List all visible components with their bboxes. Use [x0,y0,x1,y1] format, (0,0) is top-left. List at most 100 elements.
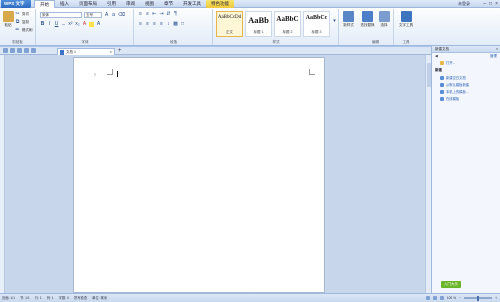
styles-more-button[interactable]: ▾ [332,19,337,24]
zoom-out-icon[interactable]: − [459,294,461,302]
web-view-icon[interactable] [432,296,437,300]
quick-access-toolbar [3,48,36,53]
paste-button[interactable]: 粘贴 [2,11,14,28]
align-center-icon[interactable]: ≡ [145,22,150,27]
tab-developer[interactable]: 开发工具 [178,0,206,8]
find-replace-button[interactable]: 查找替换 [360,11,375,28]
page-view-icon[interactable] [425,296,430,300]
superscript-icon[interactable]: x² [68,22,73,27]
close-icon[interactable]: × [495,1,498,7]
new-tab-button[interactable]: + [118,48,122,54]
cut-button[interactable]: ✂ 剪切 [15,12,29,17]
open-document-link[interactable]: 打开... [432,59,500,66]
document-tab[interactable]: 文档 1 × [57,48,115,55]
char-shading-icon[interactable]: A [96,22,101,27]
tab-view[interactable]: 视图 [140,0,159,8]
text-cursor [117,71,118,77]
styles-label: 样式 [272,40,280,44]
clipboard-group: 粘贴 ✂ 剪切 ⧉ 复制 ✏ 格式刷 剪贴板 [0,9,36,45]
tab-references[interactable]: 引用 [102,0,121,8]
align-left-icon[interactable]: ≡ [138,22,143,27]
new-style-button[interactable]: 新样式 [341,11,356,28]
online-template-icon [440,96,444,101]
line-spacing-icon[interactable]: ↕ [166,22,171,27]
title-bar: WPS 文字 开始 插入 页面布局 引用 审阅 视图 章节 开发工具 特色功能 … [0,0,500,8]
grow-font-icon[interactable]: A [104,12,109,18]
status-words[interactable]: 字数: 0 [59,294,69,302]
online-templates-link[interactable]: 在线模板 [432,95,500,102]
increase-indent-icon[interactable]: ⇥ [159,12,164,17]
task-pane-header: 新建文档 × [432,46,500,53]
show-marks-icon[interactable]: ¶ [173,12,178,17]
new-blank-document-link[interactable]: 新建空白文档 [432,74,500,81]
green-action-button[interactable]: 入门大乐 [441,281,461,288]
outline-view-icon[interactable] [439,296,444,300]
italic-button[interactable]: I [47,22,52,27]
clear-format-icon[interactable]: ⌫ [118,12,125,18]
border-icon[interactable]: □ [180,22,185,27]
redo-icon[interactable] [31,48,36,53]
ribbon: 粘贴 ✂ 剪切 ⧉ 复制 ✏ 格式刷 剪贴板 宋体 五号 A a ⌫ B I U… [0,8,500,46]
strikethrough-icon[interactable]: ̶ [61,22,66,27]
shrink-font-icon[interactable]: a [111,12,116,18]
justify-icon[interactable]: ≡ [159,22,164,27]
decrease-indent-icon[interactable]: ⇤ [152,12,157,17]
style-heading-3[interactable]: AaBbCc 标题 3 [303,11,330,37]
new-from-default-template-link[interactable]: 从默认模板新建 [432,81,500,88]
back-icon[interactable]: ◀ [435,54,438,58]
login-status[interactable]: 未登录 [458,0,470,8]
text-tools-button[interactable]: 文字工具 [397,11,415,28]
close-icon[interactable]: × [496,46,498,53]
paragraph-label: 段落 [170,40,177,44]
tab-page-layout[interactable]: 页面布局 [74,0,102,8]
maximize-icon[interactable]: □ [489,1,492,7]
bold-button[interactable]: B [40,22,45,27]
highlight-icon[interactable]: ​ [89,22,94,27]
status-section: 节: 1/1 [20,296,30,300]
status-spell-check[interactable]: 拼写检查 [74,294,87,302]
new-style-icon [343,11,354,22]
local-templates-link[interactable]: 本机上的模板... [432,88,500,95]
font-color-icon[interactable]: A [82,22,87,27]
copy-button[interactable]: ⧉ 复制 [15,20,29,25]
bullet-list-icon[interactable]: ≡ [138,12,143,17]
font-group: 宋体 五号 A a ⌫ B I U ̶ x² x₂ A ​ A 字体 [37,9,134,45]
underline-button[interactable]: U [54,22,59,27]
tab-sections[interactable]: 章节 [159,0,178,8]
undo-icon[interactable] [24,48,29,53]
tab-features[interactable]: 特色功能 [206,0,234,8]
preview-icon[interactable] [17,48,22,53]
app-menu-button[interactable]: WPS 文字 [1,0,31,8]
select-button[interactable]: 选择 [378,11,390,28]
format-painter-button[interactable]: ✏ 格式刷 [15,28,32,33]
tab-home[interactable]: 开始 [34,0,55,8]
align-right-icon[interactable]: ≡ [152,22,157,27]
minimize-icon[interactable]: – [483,1,486,7]
style-normal[interactable]: AaBbCcDd 正文 [216,11,243,37]
zoom-in-icon[interactable]: + [495,294,497,302]
margin-mark-top-right [309,69,315,75]
zoom-level[interactable]: 100 % [447,294,456,302]
zoom-slider[interactable] [464,295,493,301]
zoom-slider-thumb[interactable] [477,295,480,301]
sort-icon[interactable]: ⇵ [166,12,171,17]
tab-insert[interactable]: 插入 [55,0,74,8]
font-size-select[interactable]: 五号 [84,12,102,18]
shading-icon[interactable]: ▩ [173,22,178,27]
style-heading-2[interactable]: AaBbC 标题 2 [274,11,301,37]
window-controls: – □ × [483,0,498,8]
numbered-list-icon[interactable]: ≡ [145,12,150,17]
styles-group: AaBbCcDd 正文 AaBb 标题 1 AaBbC 标题 2 AaBbCc … [214,9,339,45]
chevron-down-icon: ▾ [333,18,336,24]
subscript-icon[interactable]: x₂ [75,22,80,27]
manage-link[interactable]: 管理 [490,53,497,59]
style-heading-1[interactable]: AaBb 标题 1 [245,11,272,37]
menu-tabs: 开始 插入 页面布局 引用 审阅 视图 章节 开发工具 特色功能 [34,0,234,8]
status-unit[interactable]: 单位: 毫米 [92,294,107,302]
print-icon[interactable] [10,48,15,53]
document-page[interactable] [73,57,325,293]
status-column: 列: 1 [46,296,54,300]
save-icon[interactable] [3,48,8,53]
tab-review[interactable]: 审阅 [121,0,140,8]
font-name-select[interactable]: 宋体 [40,12,82,18]
